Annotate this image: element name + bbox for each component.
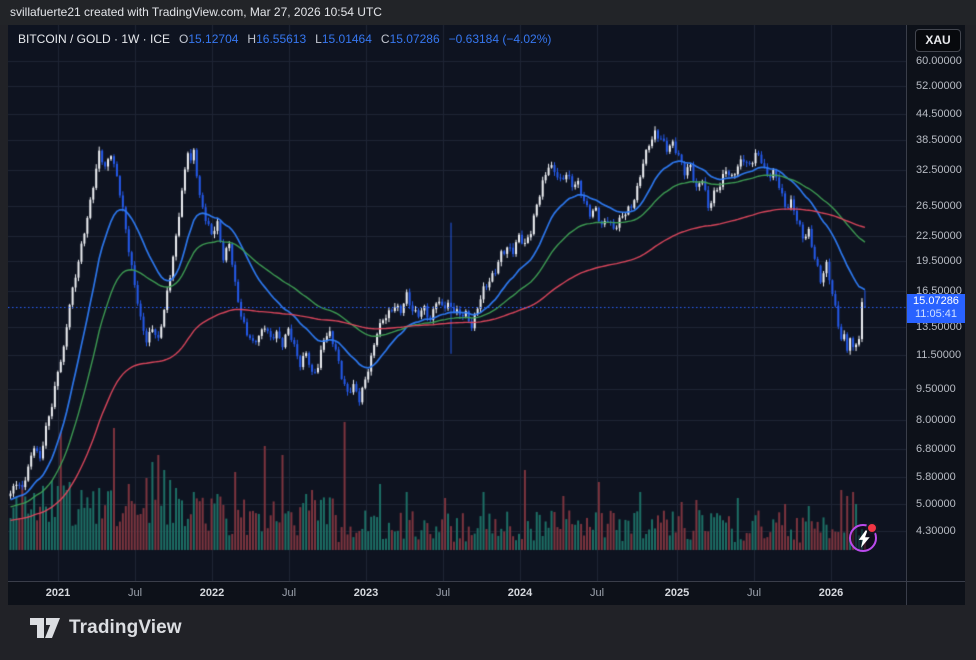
- price-tick-label: 22.50000: [916, 230, 962, 242]
- time-label-year: 2025: [665, 587, 689, 599]
- time-label-year: 2023: [354, 587, 378, 599]
- price-tick-label: 6.80000: [916, 443, 956, 455]
- tradingview-logo-icon: [30, 618, 60, 638]
- high-readout: H16.55613: [247, 32, 306, 46]
- time-label-month: Jul: [747, 587, 761, 599]
- close-readout: C15.07286: [381, 32, 440, 46]
- price-tick-label: 9.50000: [916, 383, 956, 395]
- tradingview-snapshot: svillafuerte21 created with TradingView.…: [0, 0, 976, 660]
- symbol-legend: BITCOIN / GOLD · 1W · ICE O15.12704 H16.…: [18, 32, 551, 46]
- price-tick-label: 8.00000: [916, 414, 956, 426]
- price-tick-label: 60.00000: [916, 55, 962, 67]
- last-price-value: 15.07286: [907, 295, 965, 308]
- low-label: L: [315, 32, 322, 46]
- price-tick-label: 44.50000: [916, 108, 962, 120]
- time-label-month: Jul: [128, 587, 142, 599]
- price-tick-label: 5.80000: [916, 471, 956, 483]
- low-value: 15.01464: [322, 32, 372, 46]
- time-label-month: Jul: [436, 587, 450, 599]
- attribution-bar: svillafuerte21 created with TradingView.…: [0, 0, 976, 25]
- chart-panel: BITCOIN / GOLD · 1W · ICE O15.12704 H16.…: [8, 25, 965, 605]
- price-tick-label: 4.30000: [916, 525, 956, 537]
- high-value: 16.55613: [256, 32, 306, 46]
- open-readout: O15.12704: [179, 32, 238, 46]
- high-label: H: [247, 32, 256, 46]
- time-label-year: 2026: [819, 587, 843, 599]
- price-tick-label: 38.50000: [916, 134, 962, 146]
- symbol-title[interactable]: BITCOIN / GOLD · 1W · ICE: [18, 32, 170, 46]
- close-value: 15.07286: [390, 32, 440, 46]
- bar-close-countdown: 11:05:41: [907, 308, 965, 321]
- time-axis[interactable]: 2021 Jul 2022 Jul 2023 Jul 2024 Jul 2025 Jul 2026: [8, 582, 965, 605]
- time-label-year: 2021: [46, 587, 70, 599]
- time-label-year: 2022: [200, 587, 224, 599]
- price-tick-label: 32.50000: [916, 164, 962, 176]
- price-tick-label: 19.50000: [916, 255, 962, 267]
- tradingview-logo[interactable]: TradingView: [30, 617, 182, 639]
- lightning-button[interactable]: [849, 524, 877, 552]
- price-chart-canvas[interactable]: [8, 25, 906, 581]
- time-label-month: Jul: [282, 587, 296, 599]
- time-label-month: Jul: [590, 587, 604, 599]
- tradingview-logo-text: TradingView: [69, 617, 182, 639]
- price-tick-label: 11.50000: [916, 349, 961, 361]
- change-value: −0.63184 (−4.02%): [449, 32, 552, 46]
- price-tick-label: 26.50000: [916, 200, 962, 212]
- time-label-year: 2024: [508, 587, 532, 599]
- last-price-badge: 15.07286 11:05:41: [907, 294, 965, 323]
- open-value: 15.12704: [188, 32, 238, 46]
- time-axis-separator: [8, 581, 965, 582]
- currency-unit-badge[interactable]: XAU: [915, 29, 961, 52]
- low-readout: L15.01464: [315, 32, 372, 46]
- price-tick-label: 5.00000: [916, 498, 956, 510]
- close-label: C: [381, 32, 390, 46]
- attribution-text: svillafuerte21 created with TradingView.…: [10, 5, 382, 19]
- open-label: O: [179, 32, 188, 46]
- price-tick-label: 52.00000: [916, 80, 962, 92]
- notification-dot: [866, 522, 878, 534]
